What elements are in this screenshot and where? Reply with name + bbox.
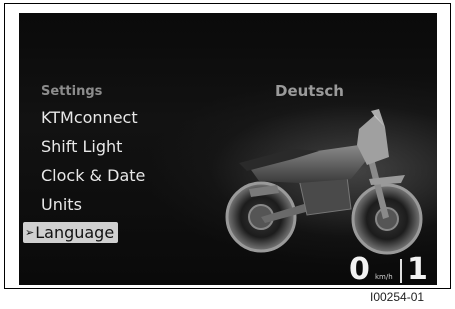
menu-item-units[interactable]: Units <box>41 195 82 214</box>
figure-id-label: I00254-01 <box>370 290 425 304</box>
menu-heading: Settings <box>41 84 103 99</box>
menu-item-ktmconnect[interactable]: KTMconnect <box>41 108 138 127</box>
motorcycle-image <box>225 109 423 255</box>
dashboard-screen: Settings KTMconnect Shift Light Clock & … <box>19 13 437 285</box>
arrow-right-circle-icon: ➢ <box>25 226 35 239</box>
speed-readout: 0 <box>349 252 370 285</box>
menu-item-language-label: Language <box>35 223 115 242</box>
menu-item-language[interactable]: ➢Language <box>23 222 119 243</box>
gear-divider <box>400 259 402 283</box>
speed-unit: km/h <box>375 273 393 281</box>
gear-indicator: 1 <box>407 252 428 285</box>
menu-item-clock-date[interactable]: Clock & Date <box>41 166 145 185</box>
current-language-value: Deutsch <box>275 82 344 100</box>
menu-item-shift-light[interactable]: Shift Light <box>41 137 122 156</box>
